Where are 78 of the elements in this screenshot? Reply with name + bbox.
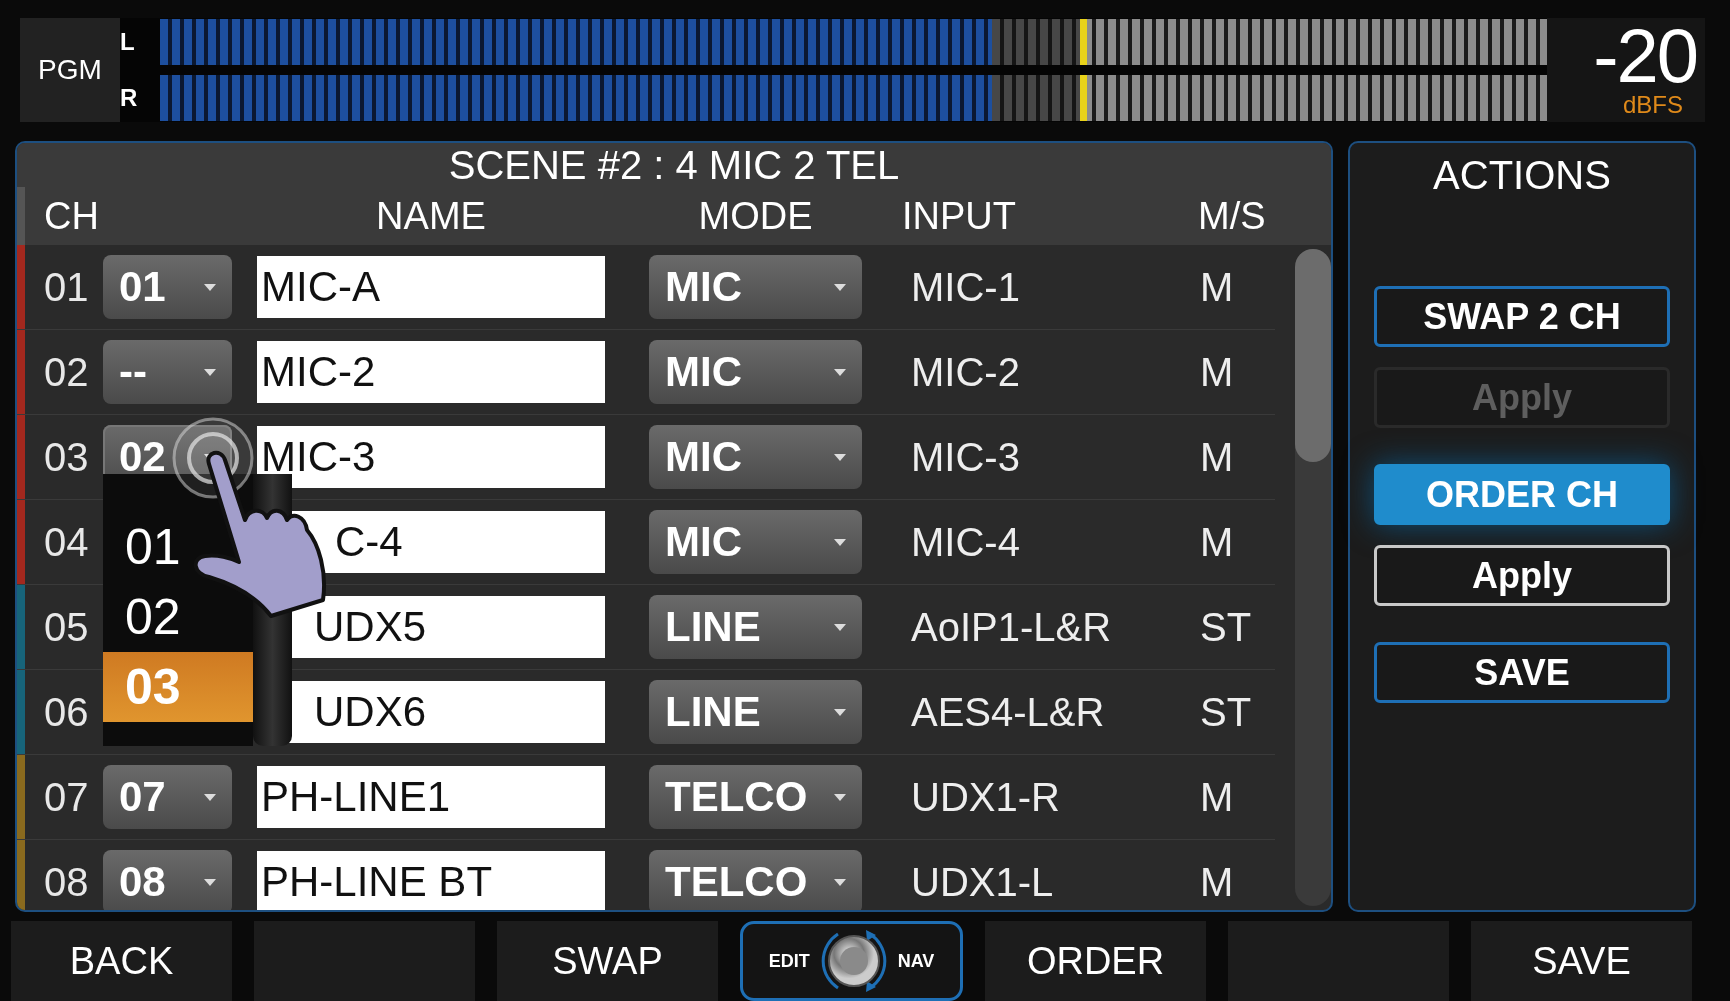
caret-icon [834, 283, 846, 291]
edit-label: EDIT [768, 950, 810, 972]
caret-icon [834, 708, 846, 716]
input-label: MIC-1 [911, 264, 1021, 310]
actions-title: ACTIONS [1433, 153, 1611, 198]
channel-number: 04 [43, 519, 90, 565]
input-label: UDX1-R [911, 774, 1061, 820]
input-label: MIC-4 [911, 519, 1021, 565]
channel-number: 03 [43, 434, 90, 480]
name-field[interactable]: PH-LINE1 [257, 766, 605, 828]
column-header: MODE [698, 194, 813, 238]
column-header: CH [43, 194, 100, 238]
channel-dropdown[interactable]: 07 [103, 765, 232, 829]
name-field[interactable]: PH-LINE BT [257, 851, 605, 910]
input-label: MIC-3 [911, 434, 1021, 480]
caret-icon [204, 283, 216, 291]
mode-dropdown[interactable]: LINE [649, 680, 862, 744]
ms-label: ST [1200, 689, 1253, 735]
softkey-button[interactable]: BACK [11, 921, 232, 1001]
mode-dropdown[interactable]: LINE [649, 595, 862, 659]
caret-icon [834, 623, 846, 631]
mode-dropdown[interactable]: TELCO [649, 850, 862, 910]
mode-dropdown[interactable]: MIC [649, 255, 862, 319]
mode-dropdown[interactable]: MIC [649, 425, 862, 489]
ms-label: M [1200, 434, 1235, 480]
mode-dropdown[interactable]: MIC [649, 510, 862, 574]
softkey-button[interactable]: SWAP [497, 921, 718, 1001]
channel-number: 07 [43, 774, 90, 820]
input-label: AES4-L&R [911, 689, 1106, 735]
channel-number: 01 [43, 264, 90, 310]
softkey-button[interactable]: SAVE [1471, 921, 1692, 1001]
level-readout: -20 [1593, 21, 1697, 91]
name-field[interactable]: MIC-2 [257, 341, 605, 403]
scene-title: SCENE #2 : 4 MIC 2 TEL [448, 143, 900, 188]
ms-label: ST [1200, 604, 1253, 650]
caret-icon [834, 878, 846, 886]
unit-label: dBFS [1622, 91, 1683, 119]
ms-label: M [1200, 859, 1235, 905]
caret-icon [834, 538, 846, 546]
ms-label: M [1200, 264, 1235, 310]
channel-dropdown[interactable]: 08 [103, 850, 232, 910]
channel-number: 05 [43, 604, 90, 650]
meter-label: PGM [38, 54, 102, 86]
dropdown-option[interactable]: 02 [103, 582, 253, 652]
caret-icon [204, 878, 216, 886]
name-field[interactable]: MIC-A [257, 256, 605, 318]
column-header: NAME [376, 194, 486, 238]
mode-dropdown[interactable]: TELCO [649, 765, 862, 829]
channel-dropdown[interactable]: 01 [103, 255, 232, 319]
channel-dropdown[interactable]: -- [103, 340, 232, 404]
caret-icon [834, 793, 846, 801]
caret-icon [204, 368, 216, 376]
action-button[interactable]: SAVE [1374, 642, 1670, 703]
ms-label: M [1200, 774, 1235, 820]
caret-icon [834, 368, 846, 376]
input-label: AoIP1-L&R [911, 604, 1113, 650]
scrollbar-thumb[interactable] [1295, 249, 1331, 462]
caret-icon [204, 793, 216, 801]
caret-icon [834, 453, 846, 461]
name-field[interactable]: MIC-3 [257, 426, 605, 488]
channel-number: 02 [43, 349, 90, 395]
softkey-button[interactable]: ORDER [985, 921, 1206, 1001]
action-button[interactable]: SWAP 2 CH [1374, 286, 1670, 347]
mode-dropdown[interactable]: MIC [649, 340, 862, 404]
input-label: UDX1-L [911, 859, 1055, 905]
channel-number: 06 [43, 689, 90, 735]
channel-label: L [120, 28, 136, 56]
channel-label: R [120, 84, 139, 112]
input-label: MIC-2 [911, 349, 1021, 395]
scrollbar[interactable] [1295, 249, 1331, 906]
channel-number: 08 [43, 859, 90, 905]
column-header: M/S [1198, 194, 1267, 238]
ms-label: M [1200, 519, 1235, 565]
nav-label: NAV [897, 950, 935, 972]
apply-button[interactable]: Apply [1374, 545, 1670, 606]
ms-label: M [1200, 349, 1235, 395]
column-header: INPUT [902, 194, 1017, 238]
action-button[interactable]: ORDER CH [1374, 464, 1670, 525]
